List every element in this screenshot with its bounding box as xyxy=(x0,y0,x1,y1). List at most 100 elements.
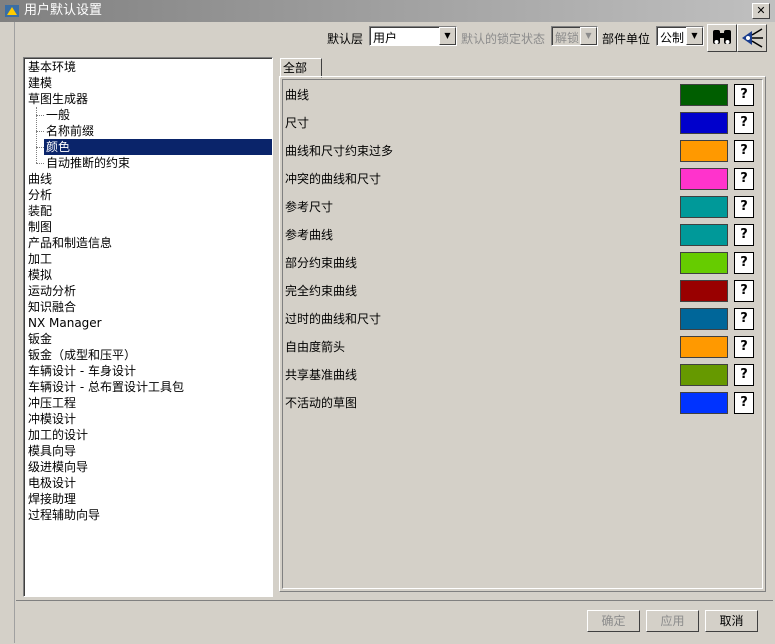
color-swatch-button[interactable] xyxy=(680,84,728,106)
tree-item[interactable]: 冲模设计 xyxy=(28,411,76,427)
tree-connector xyxy=(36,147,44,148)
tree-item[interactable]: 运动分析 xyxy=(28,283,76,299)
default-layer-select[interactable]: 用户 ▼ xyxy=(369,26,457,46)
close-button[interactable]: ✕ xyxy=(752,3,770,19)
help-icon[interactable]: ? xyxy=(734,364,754,386)
help-icon[interactable]: ? xyxy=(734,336,754,358)
tree-item[interactable]: 建模 xyxy=(28,75,52,91)
tree-item[interactable]: 一般 xyxy=(46,107,70,123)
tree-item[interactable]: 分析 xyxy=(28,187,52,203)
color-setting-label: 参考尺寸 xyxy=(285,200,334,214)
color-swatch-button[interactable] xyxy=(680,336,728,358)
color-swatch-button[interactable] xyxy=(680,392,728,414)
color-setting-row: 共享基准曲线? xyxy=(285,364,755,386)
color-setting-label: 过时的曲线和尺寸 xyxy=(285,312,382,326)
toolbar: 默认层 用户 ▼ 默认的锁定状态 解锁 ▼ 部件单位 公制 ▼ xyxy=(16,24,773,52)
color-swatch-button[interactable] xyxy=(680,364,728,386)
help-icon[interactable]: ? xyxy=(734,224,754,246)
tree-item[interactable]: NX Manager xyxy=(28,315,102,331)
color-swatch-button[interactable] xyxy=(680,196,728,218)
settings-tab-area: 全部 曲线? 尺寸? 曲线和尺寸约束过多? 冲突的曲线和尺寸? 参考尺寸? 参考曲线? 部分… xyxy=(276,57,766,593)
tree-item[interactable]: 曲线 xyxy=(28,171,52,187)
help-icon[interactable]: ? xyxy=(734,308,754,330)
tree-item[interactable]: 过程辅助向导 xyxy=(28,507,100,523)
color-setting-label: 不活动的草图 xyxy=(285,396,358,410)
color-setting-row: 冲突的曲线和尺寸? xyxy=(285,168,755,190)
color-setting-row: 曲线? xyxy=(285,84,755,106)
color-setting-row: 参考尺寸? xyxy=(285,196,755,218)
color-setting-label: 共享基准曲线 xyxy=(285,368,358,382)
color-setting-row: 自由度箭头? xyxy=(285,336,755,358)
tree-item[interactable]: 电极设计 xyxy=(28,475,76,491)
color-swatch-button[interactable] xyxy=(680,252,728,274)
help-icon[interactable]: ? xyxy=(734,168,754,190)
color-setting-label: 参考曲线 xyxy=(285,228,334,242)
tree-item-selected[interactable]: 颜色 xyxy=(44,139,272,155)
settings-wand-icon xyxy=(742,28,763,48)
lock-state-label: 默认的锁定状态 xyxy=(461,32,546,46)
color-setting-row: 曲线和尺寸约束过多? xyxy=(285,140,755,162)
color-setting-label: 完全约束曲线 xyxy=(285,284,358,298)
help-icon[interactable]: ? xyxy=(734,84,754,106)
help-icon[interactable]: ? xyxy=(734,140,754,162)
manage-button[interactable] xyxy=(737,24,767,52)
color-setting-row: 完全约束曲线? xyxy=(285,280,755,302)
color-swatch-button[interactable] xyxy=(680,308,728,330)
tree-item[interactable]: 装配 xyxy=(28,203,52,219)
tree-item[interactable]: 制图 xyxy=(28,219,52,235)
color-swatch-button[interactable] xyxy=(680,224,728,246)
ok-button[interactable]: 确定 xyxy=(587,610,640,632)
help-icon[interactable]: ? xyxy=(734,112,754,134)
tree-item[interactable]: 钣金（成型和压平） xyxy=(28,347,136,363)
tree-item[interactable]: 基本环境 xyxy=(28,59,76,75)
color-setting-row: 过时的曲线和尺寸? xyxy=(285,308,755,330)
help-icon[interactable]: ? xyxy=(734,196,754,218)
chevron-down-icon[interactable]: ▼ xyxy=(439,27,456,45)
tree-item[interactable]: 级进模向导 xyxy=(28,459,88,475)
color-setting-label: 尺寸 xyxy=(285,116,310,130)
cancel-button[interactable]: 取消 xyxy=(705,610,758,632)
units-select[interactable]: 公制 ▼ xyxy=(656,26,704,46)
tree-item[interactable]: 加工 xyxy=(28,251,52,267)
color-swatch-button[interactable] xyxy=(680,168,728,190)
color-setting-label: 曲线 xyxy=(285,88,310,102)
color-setting-row: 不活动的草图? xyxy=(285,392,755,414)
help-icon[interactable]: ? xyxy=(734,392,754,414)
lock-state-select[interactable]: 解锁 ▼ xyxy=(551,26,598,46)
tree-item[interactable]: 模拟 xyxy=(28,267,52,283)
tree-item[interactable]: 模具向导 xyxy=(28,443,76,459)
tree-item[interactable]: 产品和制造信息 xyxy=(28,235,112,251)
color-swatch-button[interactable] xyxy=(680,280,728,302)
user-defaults-dialog: 用户默认设置 ✕ 默认层 用户 ▼ 默认的锁定状态 解锁 ▼ 部件单位 公制 ▼ xyxy=(0,0,775,643)
tree-item[interactable]: 车辆设计 - 车身设计 xyxy=(28,363,136,379)
tree-connector xyxy=(36,131,44,132)
title-bar: 用户默认设置 ✕ xyxy=(0,0,775,22)
tree-item[interactable]: 自动推断的约束 xyxy=(46,155,130,171)
tree-connector xyxy=(36,163,44,164)
help-icon[interactable]: ? xyxy=(734,252,754,274)
apply-button[interactable]: 应用 xyxy=(646,610,699,632)
window-title: 用户默认设置 xyxy=(24,3,103,18)
tree-item[interactable]: 焊接助理 xyxy=(28,491,76,507)
category-tree[interactable]: 基本环境 建模 草图生成器 一般 名称前缀 颜色 自动推断的约束 曲线 分析 装配 制图 产品和制造信… xyxy=(23,57,273,597)
help-icon[interactable]: ? xyxy=(734,280,754,302)
binoculars-icon xyxy=(713,30,731,44)
tree-item[interactable]: 冲压工程 xyxy=(28,395,76,411)
tree-item[interactable]: 名称前缀 xyxy=(46,123,94,139)
tree-item[interactable]: 加工的设计 xyxy=(28,427,88,443)
tree-item[interactable]: 知识融合 xyxy=(28,299,76,315)
tree-connector xyxy=(36,115,44,116)
find-button[interactable] xyxy=(707,24,737,52)
tree-item[interactable]: 钣金 xyxy=(28,331,52,347)
color-setting-label: 冲突的曲线和尺寸 xyxy=(285,172,382,186)
color-setting-row: 参考曲线? xyxy=(285,224,755,246)
chevron-down-icon[interactable]: ▼ xyxy=(686,27,703,45)
color-setting-label: 部分约束曲线 xyxy=(285,256,358,270)
tab-all[interactable]: 全部 xyxy=(280,58,322,78)
chevron-down-icon[interactable]: ▼ xyxy=(580,27,597,45)
default-layer-label: 默认层 xyxy=(327,32,364,46)
tree-item[interactable]: 草图生成器 xyxy=(28,91,88,107)
color-swatch-button[interactable] xyxy=(680,140,728,162)
color-swatch-button[interactable] xyxy=(680,112,728,134)
tree-item[interactable]: 车辆设计 - 总布置设计工具包 xyxy=(28,379,184,395)
